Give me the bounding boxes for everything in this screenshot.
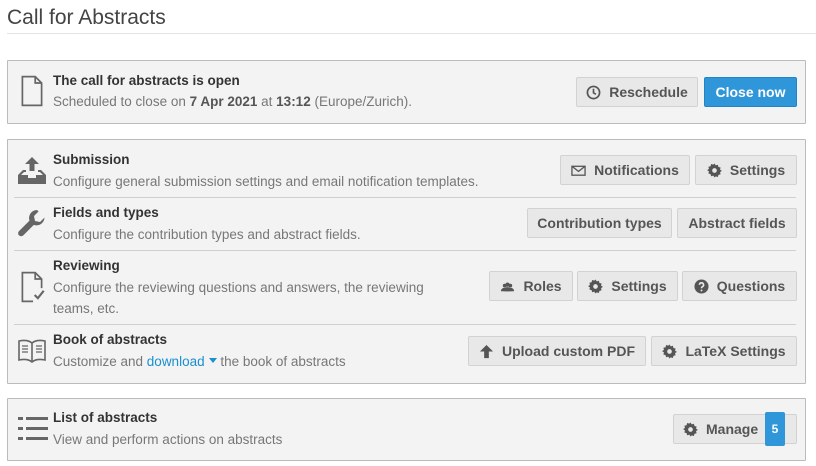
inbox-upload-icon [17, 156, 47, 186]
abstract-fields-button[interactable]: Abstract fields [677, 208, 797, 238]
wrench-icon [17, 208, 47, 238]
book-icon [17, 338, 47, 364]
file-check-icon [18, 271, 46, 303]
close-now-label: Close now [715, 84, 786, 100]
reschedule-button[interactable]: Reschedule [576, 77, 698, 107]
status-desc-at: at [257, 94, 277, 109]
arrow-up-icon [479, 344, 494, 359]
reviewing-description: Configure the reviewing questions and an… [53, 277, 424, 319]
status-title: The call for abstracts is open [53, 73, 240, 88]
questions-label: Questions [716, 278, 786, 294]
status-desc-prefix: Scheduled to close on [53, 94, 190, 109]
file-icon [18, 75, 46, 107]
submission-description: Configure general submission settings an… [53, 174, 479, 189]
clock-icon [586, 85, 601, 100]
roles-label: Roles [523, 278, 562, 294]
row-divider [14, 197, 796, 198]
timezone: (Europe/Zurich). [310, 94, 412, 109]
questions-button[interactable]: Questions [682, 271, 797, 301]
submission-settings-label: Settings [729, 162, 786, 178]
cfa-status-panel: The call for abstracts is open Scheduled… [7, 60, 806, 124]
contribution-types-button[interactable]: Contribution types [527, 208, 672, 238]
fields-description: Configure the contribution types and abs… [53, 227, 361, 242]
caret-down-icon [208, 358, 217, 363]
upload-custom-pdf-label: Upload custom PDF [501, 343, 635, 359]
abstract-fields-label: Abstract fields [688, 215, 786, 231]
cfa-settings-panel: Submission Configure general submission … [7, 139, 806, 384]
abstract-count-badge: 5 [765, 412, 785, 446]
submission-settings-button[interactable]: Settings [695, 155, 797, 185]
page-title: Call for Abstracts [7, 6, 166, 29]
gear-icon [588, 278, 604, 294]
users-icon [500, 279, 515, 294]
roles-button[interactable]: Roles [489, 271, 573, 301]
row-divider [14, 250, 796, 251]
download-dropdown-link[interactable]: download [147, 354, 217, 369]
close-now-button[interactable]: Close now [704, 77, 797, 107]
list-description: View and perform actions on abstracts [53, 432, 283, 447]
reviewing-desc-line1: Configure the reviewing questions and an… [53, 280, 424, 295]
submission-title: Submission [53, 152, 130, 167]
close-date: 7 Apr 2021 [189, 94, 258, 109]
reviewing-desc-line2: teams, etc. [53, 301, 120, 316]
title-divider [7, 33, 816, 34]
book-description: Customize and download the book of abstr… [53, 351, 346, 372]
list-icon [18, 415, 48, 443]
list-of-abstracts-panel: List of abstracts View and perform actio… [7, 398, 806, 461]
close-time: 13:12 [276, 94, 311, 109]
contribution-types-label: Contribution types [537, 215, 662, 231]
fields-title: Fields and types [53, 205, 159, 220]
book-title: Book of abstracts [53, 332, 168, 347]
envelope-icon [571, 163, 586, 178]
book-desc-prefix: Customize and [53, 354, 147, 369]
book-desc-suffix: the book of abstracts [216, 354, 346, 369]
upload-custom-pdf-button[interactable]: Upload custom PDF [468, 336, 646, 366]
manage-label: Manage [706, 421, 759, 437]
latex-settings-button[interactable]: LaTeX Settings [651, 336, 797, 366]
reviewing-settings-button[interactable]: Settings [577, 271, 678, 301]
reschedule-label: Reschedule [609, 84, 688, 100]
reviewing-title: Reviewing [53, 258, 120, 273]
gear-icon [706, 162, 722, 178]
download-label: download [146, 354, 205, 369]
gear-icon [683, 421, 698, 437]
status-description: Scheduled to close on 7 Apr 2021 at 13:1… [53, 91, 412, 112]
row-divider [14, 324, 796, 325]
latex-settings-label: LaTeX Settings [685, 343, 786, 359]
notifications-label: Notifications [594, 162, 679, 178]
list-title: List of abstracts [53, 410, 158, 425]
gear-icon [662, 343, 678, 359]
reviewing-settings-label: Settings [611, 278, 667, 294]
question-circle-icon [694, 278, 709, 294]
notifications-button[interactable]: Notifications [560, 155, 690, 185]
